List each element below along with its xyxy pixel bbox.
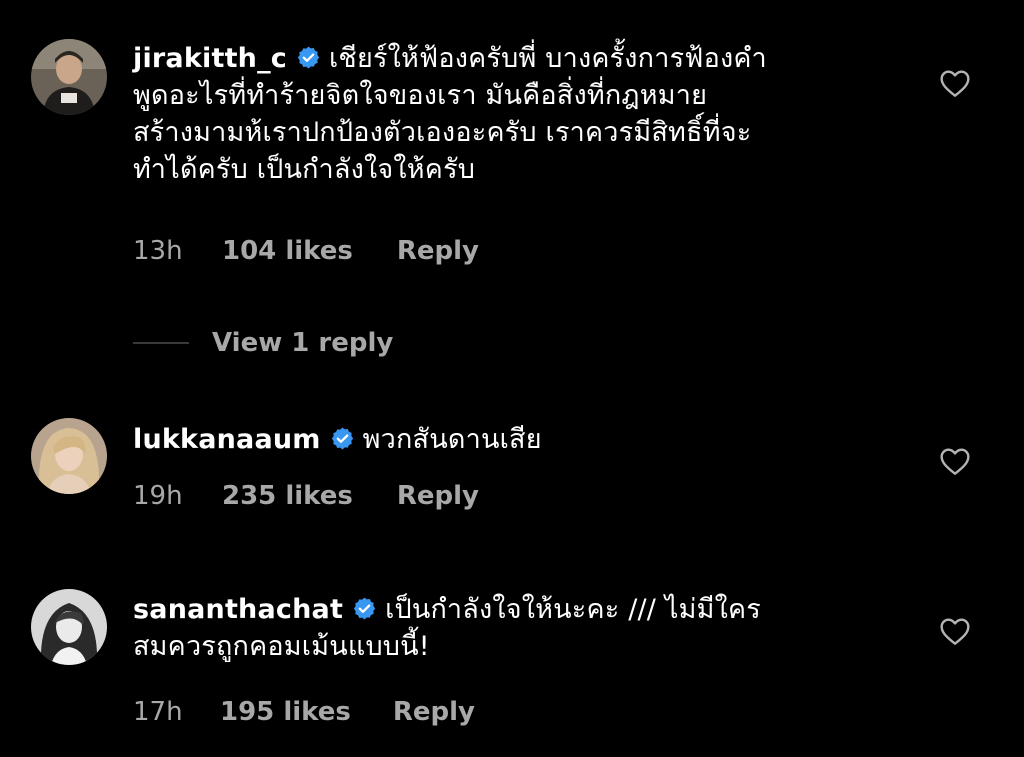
verified-badge-icon [352, 594, 377, 620]
avatar-image [31, 39, 107, 115]
avatar[interactable] [31, 418, 107, 494]
comment-line: เชียร์ให้ฟ้องครับพี่ บางครั้งการฟ้องคำ [329, 43, 767, 74]
like-heart-icon[interactable] [939, 446, 971, 476]
reply-button[interactable]: Reply [397, 481, 479, 511]
comment-meta: 19h 235 likes Reply [133, 481, 479, 511]
verified-badge-icon [330, 424, 355, 450]
comment-meta: 13h 104 likes Reply [133, 236, 479, 266]
likes-count[interactable]: 235 likes [222, 481, 353, 511]
comment-line: พวกสันดานเสีย [362, 424, 542, 455]
comments-screen: jirakitth_c เชียร์ให้ฟ้องครับพี่ บางครั้ง… [0, 0, 1024, 757]
comment-meta: 17h 195 likes Reply [133, 697, 475, 727]
comment-line: ทำได้ครับ เป็นกำลังใจให้ครับ [133, 154, 476, 185]
avatar[interactable] [31, 589, 107, 665]
view-replies-button[interactable]: View 1 reply [133, 326, 393, 360]
reply-button[interactable]: Reply [397, 236, 479, 266]
like-heart-icon[interactable] [939, 68, 971, 98]
comment-line: สมควรถูกคอมเม้นแบบนี้! [133, 631, 430, 662]
avatar-image [31, 589, 107, 665]
reply-button[interactable]: Reply [393, 697, 475, 727]
comment-line: สร้างมามห้เราปกป้องตัวเองอะครับ เราควรมี… [133, 117, 752, 148]
verified-badge-icon [296, 43, 321, 69]
likes-count[interactable]: 104 likes [222, 236, 353, 266]
comment-text: lukkanaaum พวกสันดานเสีย [133, 421, 913, 458]
view-replies-label: View 1 reply [212, 328, 394, 358]
comment-line: เป็นกำลังใจให้นะคะ /// ไม่มีใคร [385, 594, 762, 625]
comment-time: 13h [133, 236, 183, 266]
comment-text: jirakitth_c เชียร์ให้ฟ้องครับพี่ บางครั้ง… [133, 40, 913, 188]
comment-time: 17h [133, 697, 183, 727]
divider-line [133, 342, 189, 344]
like-heart-icon[interactable] [939, 616, 971, 646]
username[interactable]: sananthachat [133, 594, 343, 625]
comment-text: sananthachat เป็นกำลังใจให้นะคะ /// ไม่มี… [133, 591, 913, 665]
likes-count[interactable]: 195 likes [220, 697, 351, 727]
comment-line: พูดอะไรที่ทำร้ายจิตใจของเรา มันคือสิ่งที… [133, 80, 708, 111]
username[interactable]: lukkanaaum [133, 424, 321, 455]
comment-time: 19h [133, 481, 183, 511]
avatar-image [31, 418, 107, 494]
username[interactable]: jirakitth_c [133, 43, 287, 74]
avatar[interactable] [31, 39, 107, 115]
